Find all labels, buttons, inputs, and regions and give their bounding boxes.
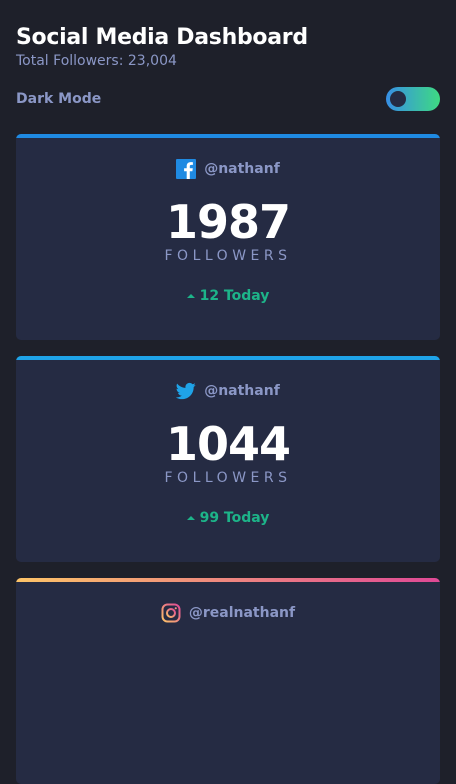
daily-change-text: 12 Today [199,288,270,304]
daily-change: 99 Today [16,510,440,526]
card-accent-bar [16,356,440,360]
card-handle: @nathanf [204,383,280,399]
theme-toggle-row: Dark Mode [16,86,440,112]
facebook-card[interactable]: @nathanf 1987 FOLLOWERS 12 Today [16,134,440,340]
dark-mode-toggle[interactable] [386,87,440,111]
facebook-icon [176,159,197,179]
follower-unit: FOLLOWERS [164,470,292,486]
twitter-icon [176,381,196,401]
card-handle: @realnathanf [188,605,296,621]
up-arrow-icon [186,294,195,298]
card-accent-bar [16,134,440,138]
follower-count: 1987 [165,195,291,249]
toggle-knob [390,91,406,107]
follower-unit: FOLLOWERS [164,248,292,264]
card-handle-row: @realnathanf [16,602,440,624]
card-handle-row: @nathanf [16,380,440,402]
dashboard-page: Social Media Dashboard Total Followers: … [0,0,456,784]
card-handle-row: @nathanf [16,158,440,180]
dark-mode-label: Dark Mode [16,91,102,107]
card-handle: @nathanf [204,161,280,177]
twitter-card[interactable]: @nathanf 1044 FOLLOWERS 99 Today [16,356,440,562]
card-accent-bar [16,578,440,582]
total-followers: Total Followers: 23,004 [16,53,177,69]
daily-change: 12 Today [16,288,440,304]
daily-change-text: 99 Today [199,510,270,526]
instagram-icon [161,603,181,623]
instagram-card[interactable]: @realnathanf [16,578,440,784]
follower-count: 1044 [165,417,291,471]
page-title: Social Media Dashboard [16,25,308,50]
up-arrow-icon [186,516,195,520]
